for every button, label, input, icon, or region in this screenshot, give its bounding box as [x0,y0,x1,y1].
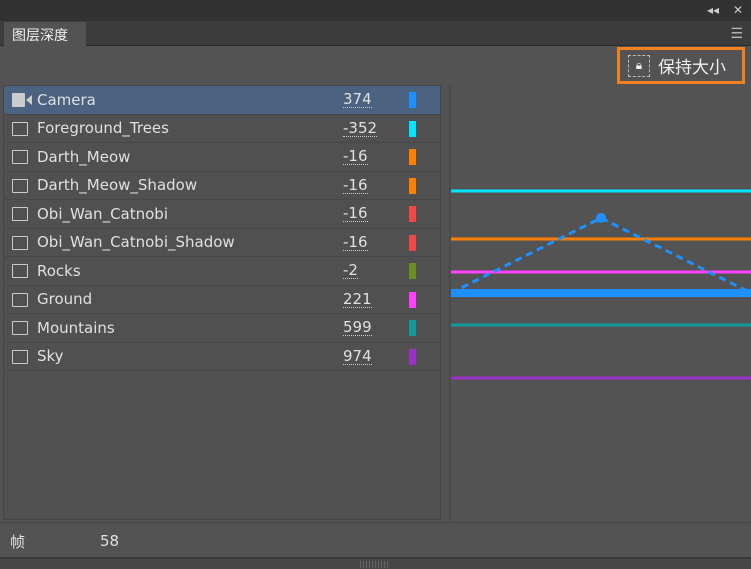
layer-color-swatch [409,234,416,251]
depth-preview[interactable] [449,85,751,521]
layer-color-swatch [409,320,416,336]
depth-preview-canvas [450,189,751,380]
layer-icon [12,264,28,278]
layer-icon [12,207,28,221]
keep-size-label: 保持大小 [658,58,726,78]
layer-name: Obi_Wan_Catnobi_Shadow [37,233,235,252]
layer-depth-value[interactable]: -16 [343,205,368,223]
layer-row[interactable]: Obi_Wan_Catnobi -16 [4,200,440,229]
camera-frustum [450,216,751,295]
layer-icon [12,235,28,250]
layer-row[interactable]: Darth_Meow_Shadow -16 [4,172,440,200]
horizontal-scrollbar[interactable] [0,557,751,569]
camera-icon [12,93,32,107]
frame-value[interactable]: 58 [100,532,119,550]
layer-depth-value[interactable]: 221 [343,291,372,308]
layer-row[interactable]: Mountains 599 [4,314,440,343]
layer-depth-value[interactable]: 974 [343,348,372,365]
frame-label: 帧 [10,533,26,551]
layer-name: Darth_Meow [37,147,131,166]
footer: 帧 58 [0,522,751,556]
layer-name: Mountains [37,318,115,337]
layer-icon [12,150,28,164]
layer-color-swatch [409,263,416,279]
tab-layer-depth[interactable]: 图层深度 [4,22,86,46]
layer-icon [12,292,28,307]
layer-depth-value[interactable]: -352 [343,120,378,137]
layer-name: Ground [37,290,93,309]
layer-depth-value[interactable]: 599 [343,319,372,337]
layer-icon [12,349,28,364]
layer-row[interactable]: Sky 974 [4,343,440,371]
layer-name: Foreground_Trees [37,119,169,138]
layer-icon [12,178,28,193]
layer-color-swatch [409,206,416,222]
layer-icon [12,321,28,335]
layer-row[interactable]: Camera 374 [4,86,440,115]
lock-icon: 🔒︎ [628,54,650,77]
title-bar: ◂◂ ✕ [0,0,751,21]
layer-color-swatch [409,291,416,308]
layer-color-swatch [409,348,416,365]
tab-bar: 图层深度 ☰ [0,21,751,46]
layer-depth-value[interactable]: -16 [343,234,368,251]
collapse-icon[interactable]: ◂◂ [707,3,719,17]
layer-depth-value[interactable]: -2 [343,262,358,280]
layer-icon [12,121,28,136]
layer-row[interactable]: Ground 221 [4,286,440,314]
layer-color-swatch [409,177,416,194]
layer-row[interactable]: Rocks -2 [4,257,440,286]
layer-row[interactable]: Foreground_Trees -352 [4,115,440,143]
keep-size-button[interactable]: 🔒︎ 保持大小 [617,47,745,84]
layer-depth-value[interactable]: -16 [343,177,368,194]
layer-list: Camera 374 Foreground_Trees -352 Darth_M… [3,85,441,520]
scroll-grip[interactable] [360,561,390,568]
close-icon[interactable]: ✕ [733,3,743,17]
layer-depth-value[interactable]: 374 [343,91,372,109]
layer-name: Rocks [37,261,81,280]
layer-row[interactable]: Darth_Meow -16 [4,143,440,172]
layer-color-swatch [409,92,416,108]
layer-row[interactable]: Obi_Wan_Catnobi_Shadow -16 [4,229,440,257]
layer-name: Camera [37,90,96,109]
layer-color-swatch [409,149,416,165]
layer-name: Sky [37,347,64,366]
panel-menu-icon[interactable]: ☰ [730,26,743,42]
layer-color-swatch [409,120,416,137]
camera-point[interactable] [596,213,606,223]
layer-name: Obi_Wan_Catnobi [37,204,168,223]
layer-depth-value[interactable]: -16 [343,148,368,166]
layer-name: Darth_Meow_Shadow [37,176,198,195]
